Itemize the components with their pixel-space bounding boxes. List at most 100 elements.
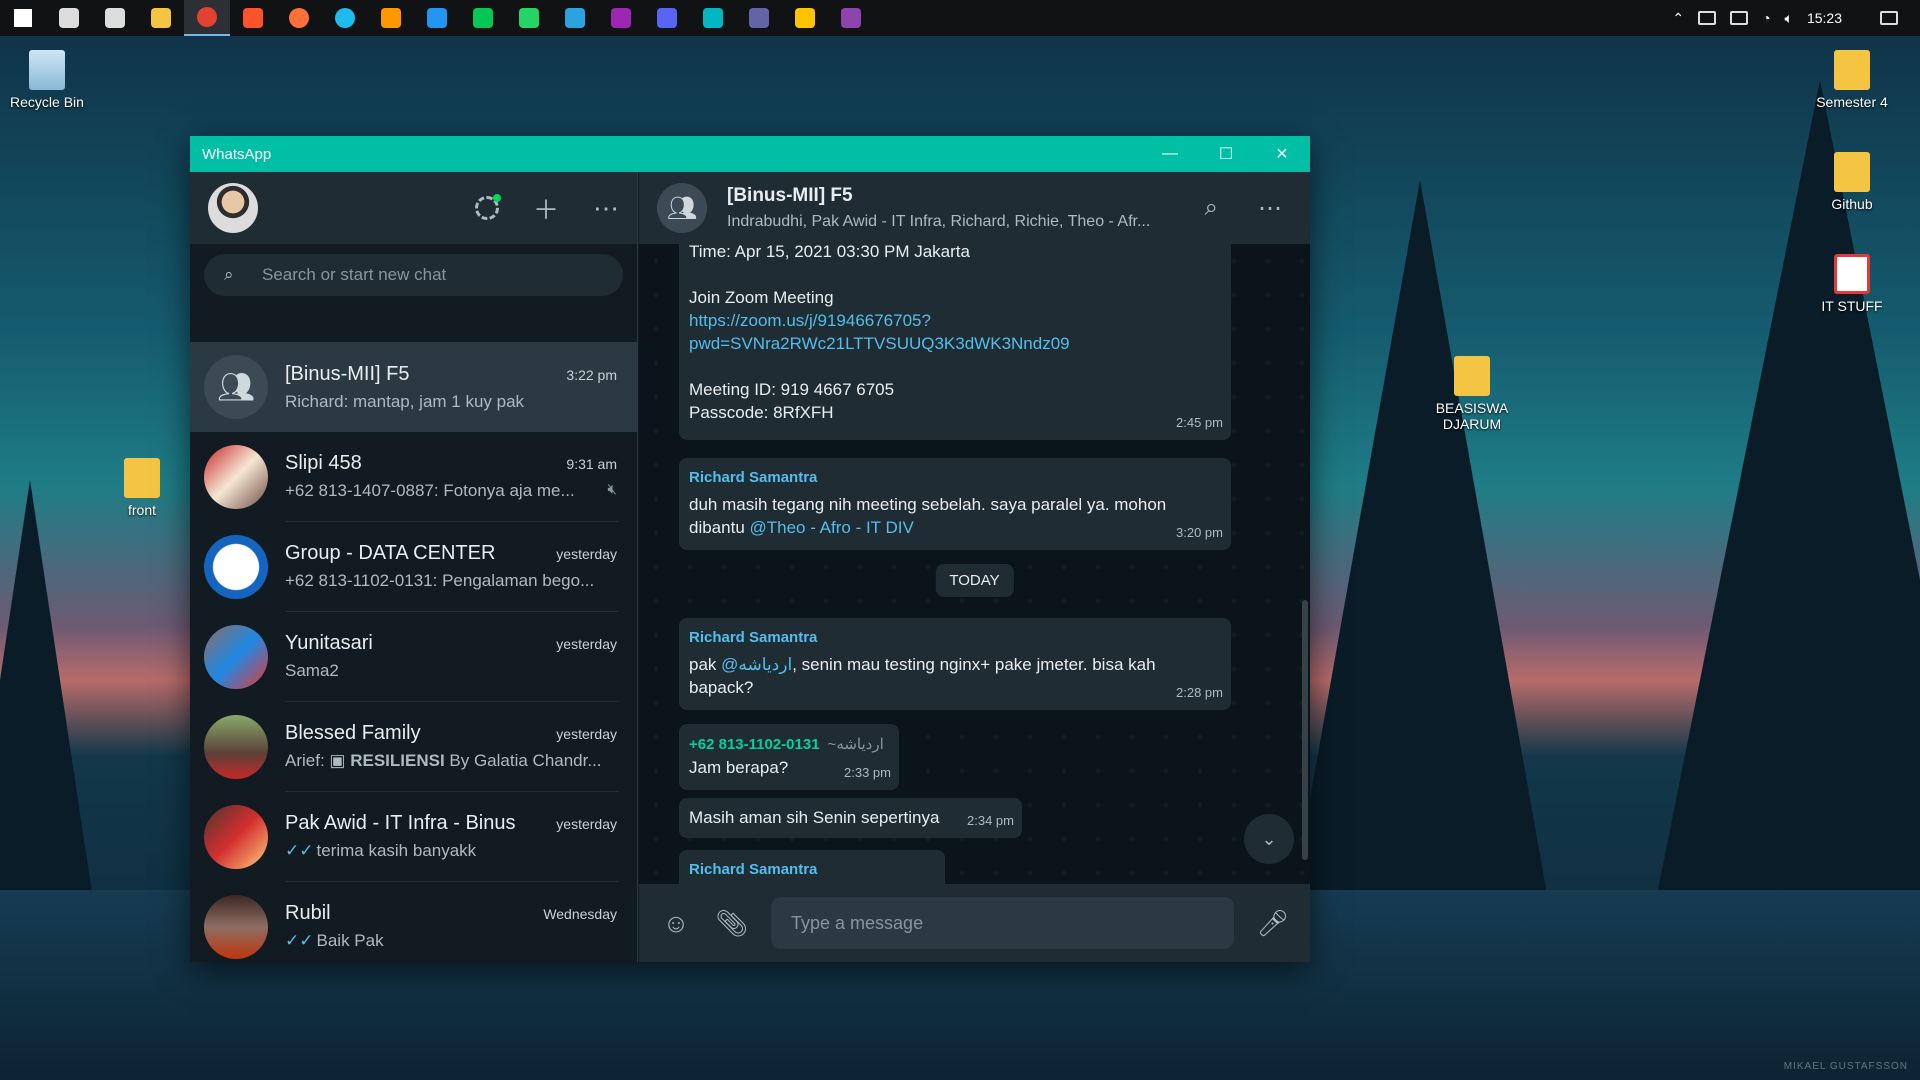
line-glyph xyxy=(473,8,493,28)
emoji-icon[interactable]: ☺ xyxy=(659,908,693,939)
desktop-icon-beasiswa-djarum[interactable]: BEASISWA DJARUM xyxy=(1427,356,1517,432)
line-icon[interactable] xyxy=(460,0,506,36)
double-check-icon: ✓✓ xyxy=(285,931,314,950)
wallpaper-watermark: MIKAEL GUSTAFSSON xyxy=(1783,1061,1908,1072)
status-icon[interactable] xyxy=(474,194,501,220)
taskbar: ⌃ ◔ 🔈︎ 15:23 xyxy=(0,0,1920,36)
message-bubble[interactable]: Time: Apr 15, 2021 03:30 PM Jakarta Join… xyxy=(679,244,1231,440)
desktop-icon-semester4[interactable]: Semester 4 xyxy=(1807,50,1897,110)
chat-list-item[interactable]: Blessed Family yesterday Arief: ▣ RESILIE… xyxy=(190,702,637,792)
message-link[interactable]: pwd=SVNra2RWc21LTTVSUUQ3K3dWK3Nndz09 xyxy=(689,332,1221,355)
desktop-icon-front[interactable]: front xyxy=(97,458,187,518)
more-options-icon[interactable]: ⋯ xyxy=(593,193,619,224)
desktop-icon-github[interactable]: Github xyxy=(1807,152,1897,212)
more-options-icon[interactable]: ⋯ xyxy=(1258,194,1282,223)
brave-icon[interactable] xyxy=(230,0,276,36)
chat-list-item[interactable]: Yunitasari yesterday Sama2 xyxy=(190,612,637,702)
message-text: Meeting ID: 919 4667 6705 xyxy=(689,380,895,399)
network-icon[interactable] xyxy=(1698,11,1717,25)
preview-rest: By Galatia Chandr... xyxy=(444,751,602,770)
desktop-icon-it-stuff[interactable]: IT STUFF xyxy=(1807,254,1897,314)
message-text: duh masih tegang nih meeting sebelah. sa… xyxy=(689,493,1221,539)
message-sender: Richard Samantra xyxy=(689,861,818,878)
telegram-icon[interactable] xyxy=(552,0,598,36)
attach-icon[interactable]: 📎︎ xyxy=(715,908,749,939)
clock[interactable]: 15:23 xyxy=(1807,10,1842,26)
folder-icon xyxy=(124,458,160,498)
chat-preview: Arief: ▣ RESILIENSI By Galatia Chandr... xyxy=(285,751,602,771)
chat-list-panel: ＋ ⋯ ⌕ 👥︎ [Binus-MII] F5 3:22 pm Richard: … xyxy=(190,172,638,962)
scrollbar[interactable] xyxy=(1302,244,1310,884)
windows-start-icon[interactable] xyxy=(0,0,46,36)
avatar xyxy=(204,445,268,509)
chat-list-item[interactable]: Rubil Wednesday ✓✓ Baik Pak xyxy=(190,882,637,962)
message-sender: Richard Samantra xyxy=(689,629,818,646)
firefox-icon[interactable] xyxy=(276,0,322,36)
desktop-icon-label: front xyxy=(127,502,156,518)
conversation-header[interactable]: 👥︎ [Binus-MII] F5 Indrabudhi, Pak Awid -… xyxy=(639,172,1310,244)
message-bubble[interactable]: +62 813-1102-0131 ~اردياشه Jam berapa? 2:… xyxy=(679,724,899,790)
close-button[interactable]: ✕ xyxy=(1254,136,1310,172)
message-bubble[interactable]: Richard Samantra duh masih tegang nih me… xyxy=(679,458,1231,550)
message-bubble[interactable]: Richard Samantra xyxy=(679,850,945,884)
chat-list-item[interactable]: Pak Awid - IT Infra - Binus yesterday ✓✓ t… xyxy=(190,792,637,882)
teams-icon[interactable] xyxy=(736,0,782,36)
file-explorer-icon[interactable] xyxy=(138,0,184,36)
whatsapp-icon[interactable] xyxy=(506,0,552,36)
scroll-down-button[interactable]: ⌄ xyxy=(1244,814,1294,864)
edge-icon[interactable] xyxy=(322,0,368,36)
chat-list-item[interactable]: Group - DATA CENTER yesterday +62 813-110… xyxy=(190,522,637,612)
discord-icon[interactable] xyxy=(644,0,690,36)
chat-list-item[interactable]: 👥︎ [Binus-MII] F5 3:22 pm Richard: mantap… xyxy=(190,342,637,432)
chevron-up-icon[interactable]: ⌃ xyxy=(1672,10,1684,27)
chevron-down-icon: ⌄ xyxy=(1261,828,1277,849)
maximize-button[interactable]: ☐ xyxy=(1198,136,1254,172)
vscode-icon[interactable] xyxy=(414,0,460,36)
chat-preview: +62 813-1102-0131: Pengalaman bego... xyxy=(285,571,595,590)
avatar xyxy=(204,805,268,869)
github-desktop-glyph xyxy=(841,8,861,28)
avatar[interactable] xyxy=(208,183,258,233)
app-teal-icon[interactable] xyxy=(690,0,736,36)
avatar xyxy=(204,625,268,689)
task-view-icon[interactable] xyxy=(92,0,138,36)
message-time: 2:28 pm xyxy=(1176,685,1223,700)
window-titlebar[interactable]: WhatsApp — ☐ ✕ xyxy=(190,136,1310,172)
search-icon[interactable]: ⌕ xyxy=(1205,194,1218,223)
search-icon[interactable]: ⌕ xyxy=(224,265,262,285)
vscode-glyph xyxy=(427,8,447,28)
message-text: pak @اردياشه, senin mau testing nginx+ p… xyxy=(689,653,1221,699)
battery-icon[interactable] xyxy=(1730,11,1749,25)
message-input[interactable] xyxy=(771,897,1234,949)
message-link[interactable]: https://zoom.us/j/91946676705? xyxy=(689,309,1221,332)
wifi-icon[interactable]: ◔ xyxy=(1762,10,1770,26)
chat-name: [Binus-MII] F5 xyxy=(285,362,410,385)
folder-icon xyxy=(1834,152,1870,192)
search-icon[interactable] xyxy=(46,0,92,36)
new-chat-icon[interactable]: ＋ xyxy=(533,190,559,227)
teams-glyph xyxy=(749,8,769,28)
message-bubble[interactable]: Masih aman sih Senin sepertinya 2:34 pm xyxy=(679,798,1022,838)
search-input[interactable] xyxy=(262,265,562,285)
desktop-icon-label: BEASISWA xyxy=(1435,400,1509,416)
chat-preview-text: terima kasih banyakk xyxy=(316,841,477,860)
sticky-notes-icon[interactable] xyxy=(782,0,828,36)
app-colorful-glyph xyxy=(611,8,631,28)
github-desktop-icon[interactable] xyxy=(828,0,874,36)
desktop-icon-recycle-bin[interactable]: Recycle Bin xyxy=(2,50,92,110)
chat-list-item[interactable]: Slipi 458 9:31 am +62 813-1407-0887: Foto… xyxy=(190,432,637,522)
left-header: ＋ ⋯ xyxy=(190,172,637,244)
volume-icon[interactable]: 🔈︎ xyxy=(1785,10,1793,27)
message-mention[interactable]: @Theo - Afro - IT DIV xyxy=(750,518,914,537)
notification-icon[interactable] xyxy=(1880,11,1898,25)
microphone-icon[interactable]: 🎤︎ xyxy=(1256,908,1290,939)
sublime-icon[interactable] xyxy=(368,0,414,36)
message-bubble[interactable]: Richard Samantra pak @اردياشه, senin mau… xyxy=(679,618,1231,710)
chrome-icon[interactable] xyxy=(184,0,230,36)
message-mention[interactable]: @اردياشه xyxy=(721,655,792,674)
app-colorful-icon[interactable] xyxy=(598,0,644,36)
desktop-icon-label: Semester 4 xyxy=(1816,94,1888,110)
scrollbar-thumb[interactable] xyxy=(1302,600,1308,860)
recycle-bin-icon xyxy=(29,50,65,90)
minimize-button[interactable]: — xyxy=(1142,136,1198,172)
